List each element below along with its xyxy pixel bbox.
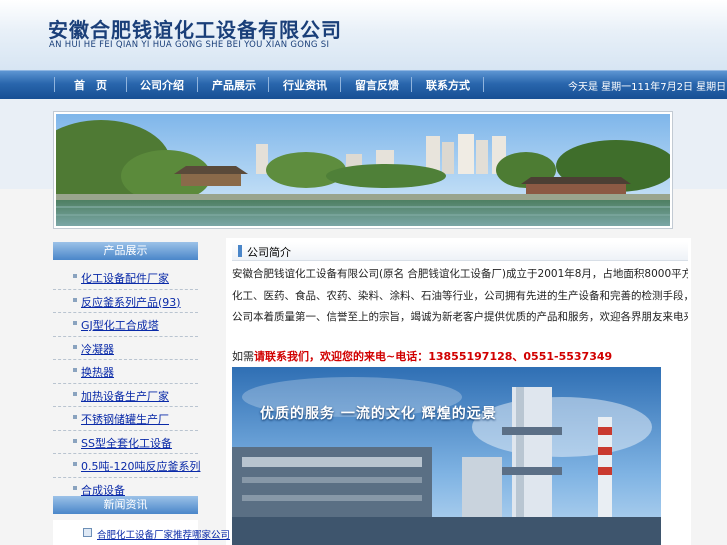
section-title: 公司简介 xyxy=(247,246,291,259)
contact-phone: 请联系我们，欢迎您的来电~电话：13855197128、0551-5537349 xyxy=(254,350,613,363)
category-link[interactable]: 冷凝器 xyxy=(81,341,114,357)
category-link[interactable]: 不锈钢储罐生产厂 xyxy=(81,411,169,427)
products-heading: 产品展示 xyxy=(53,242,198,260)
bullet-icon xyxy=(73,297,77,302)
nav-item-about[interactable]: 公司介绍 xyxy=(140,77,184,93)
site-title: 安徽合肥钱谊化工设备有限公司 xyxy=(48,18,342,42)
category-link[interactable]: 加热设备生产厂家 xyxy=(81,388,169,404)
bullet-icon xyxy=(73,391,77,396)
nav-item-news[interactable]: 行业资讯 xyxy=(283,77,327,93)
list-item[interactable]: 化工设备配件厂家 xyxy=(53,266,198,290)
list-item[interactable]: 冷凝器 xyxy=(53,337,198,360)
category-link[interactable]: SS型全套化工设备 xyxy=(81,435,172,451)
contact-prefix: 如需 xyxy=(232,350,254,363)
list-item[interactable]: GJ型化工合成塔 xyxy=(53,313,198,337)
nav-separator xyxy=(197,77,198,92)
list-item[interactable]: SS型全套化工设备 xyxy=(53,431,198,454)
nav-separator xyxy=(126,77,127,92)
section-marker-icon xyxy=(238,245,242,257)
list-item[interactable]: 不锈钢储罐生产厂 xyxy=(53,407,198,431)
nav-item-guestbook[interactable]: 留言反馈 xyxy=(355,77,399,93)
list-item[interactable]: 加热设备生产厂家 xyxy=(53,384,198,407)
category-link[interactable]: 0.5吨-120吨反应釜系列 xyxy=(81,458,200,474)
nav-item-home[interactable]: 首 页 xyxy=(74,77,107,93)
bullet-icon xyxy=(73,321,77,325)
product-category-list: 化工设备配件厂家 反应釜系列产品(93) GJ型化工合成塔 冷凝器 换热器 加热… xyxy=(53,266,200,501)
contact-line: 如需请联系我们，欢迎您的来电~电话：13855197128、0551-55373… xyxy=(232,348,612,364)
category-link[interactable]: 化工设备配件厂家 xyxy=(81,270,169,286)
category-link[interactable]: 换热器 xyxy=(81,364,114,380)
bullet-icon xyxy=(73,485,77,490)
promo-image: 优质的服务 一流的文化 辉煌的远景 xyxy=(232,367,661,545)
promo-slogan: 优质的服务 一流的文化 辉煌的远景 xyxy=(260,406,497,422)
nav-item-products[interactable]: 产品展示 xyxy=(212,77,256,93)
nav-separator xyxy=(268,77,269,92)
intro-paragraph-3: 公司本着质量第一、信誉至上的宗旨，竭诚为新老客户提供优质的产品和服务，欢迎各界朋… xyxy=(232,311,688,323)
banner-image xyxy=(53,111,673,229)
intro-paragraph-1: 安徽合肥钱谊化工设备有限公司(原名 合肥钱谊化工设备厂)成立于2001年8月，占… xyxy=(232,268,688,280)
section-header: 公司简介 xyxy=(232,242,688,261)
nav-separator xyxy=(340,77,341,92)
intro-paragraph-2: 化工、医药、食品、农药、染料、涂料、石油等行业，公司拥有先进的生产设备和完善的检… xyxy=(232,290,688,302)
category-link[interactable]: GJ型化工合成塔 xyxy=(81,317,159,333)
list-item[interactable]: 0.5吨-120吨反应釜系列 xyxy=(53,454,200,478)
site-header: 安徽合肥钱谊化工设备有限公司 AN HUI HE FEI QIAN YI HUA… xyxy=(0,0,727,70)
bullet-icon xyxy=(73,462,77,466)
date-display: 今天是 星期一111年7月2日 星期日 xyxy=(568,82,727,93)
nav-item-contact[interactable]: 联系方式 xyxy=(426,77,470,93)
list-item[interactable]: 反应釜系列产品(93) xyxy=(53,290,198,313)
nav-separator xyxy=(54,77,55,92)
nav-separator xyxy=(411,77,412,92)
news-heading: 新闻资讯 xyxy=(53,496,198,514)
bullet-icon xyxy=(73,368,77,372)
category-link[interactable]: 反应釜系列产品(93) xyxy=(81,294,181,310)
bullet-icon xyxy=(73,415,77,419)
list-item[interactable]: 换热器 xyxy=(53,360,198,384)
nav-separator xyxy=(483,77,484,92)
bullet-icon xyxy=(73,274,77,278)
main-nav: 首 页 公司介绍 产品展示 行业资讯 留言反馈 联系方式 今天是 星期一111年… xyxy=(0,70,727,100)
document-icon xyxy=(83,528,92,537)
site-subtitle: AN HUI HE FEI QIAN YI HUA GONG SHE BEI Y… xyxy=(49,40,330,50)
bullet-icon xyxy=(73,438,77,443)
news-item[interactable]: 合肥化工设备厂家推荐哪家公司 xyxy=(83,524,230,542)
news-link[interactable]: 合肥化工设备厂家推荐哪家公司 xyxy=(97,527,230,541)
bullet-icon xyxy=(73,344,77,349)
